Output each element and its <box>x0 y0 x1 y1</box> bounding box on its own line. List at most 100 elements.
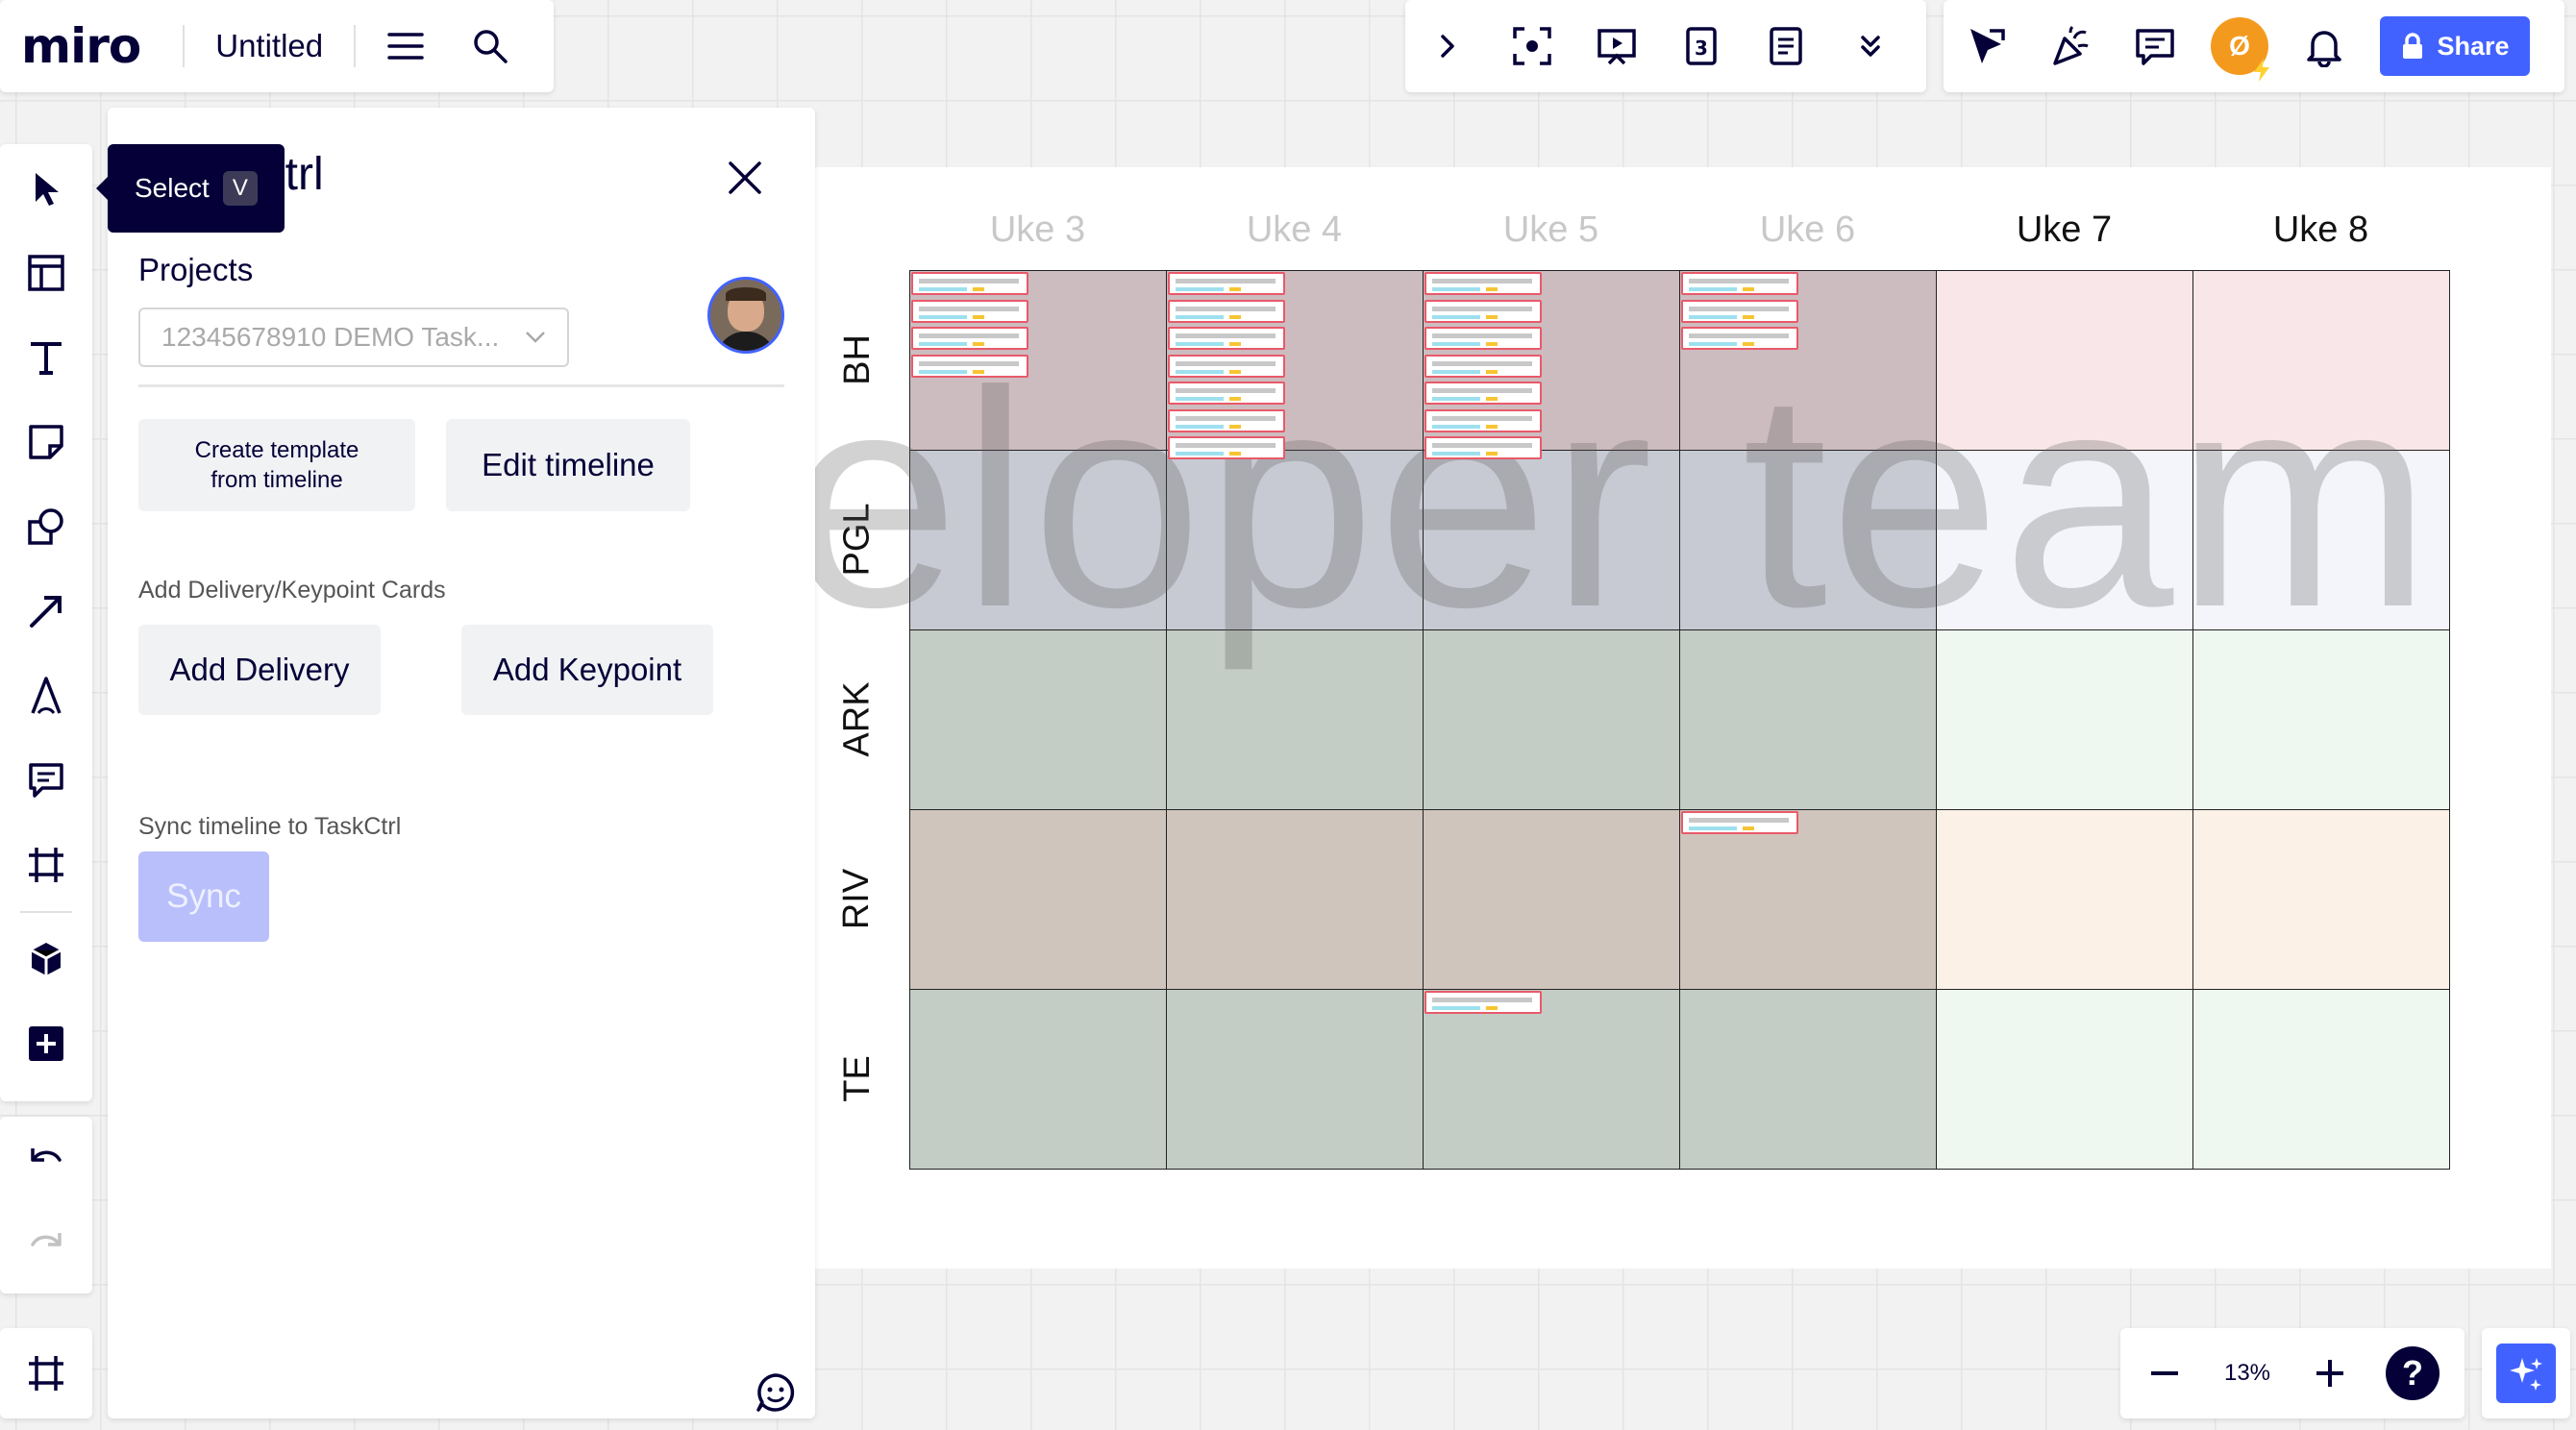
board-title[interactable]: Untitled <box>215 28 323 64</box>
card-line <box>1229 369 1241 374</box>
apps-cube-icon[interactable] <box>4 917 88 1001</box>
text-tool-icon[interactable] <box>4 315 88 400</box>
card-line <box>973 287 984 291</box>
timeline-cell[interactable] <box>1423 809 1680 990</box>
watermark-text: eloper team <box>788 327 2434 671</box>
task-card[interactable] <box>911 327 1028 350</box>
task-card[interactable] <box>1168 408 1285 432</box>
panel-divider <box>138 384 784 387</box>
project-select[interactable]: 12345678910 DEMO Task... <box>138 308 569 367</box>
expand-chevron-icon[interactable] <box>1405 4 1490 88</box>
zoom-level[interactable]: 13% <box>2209 1360 2286 1387</box>
card-line <box>1229 452 1241 456</box>
task-card[interactable] <box>1168 436 1285 459</box>
task-card[interactable] <box>1424 382 1542 405</box>
celebrate-icon[interactable] <box>2028 4 2113 88</box>
zoom-out-icon[interactable] <box>2120 1331 2209 1416</box>
notes-icon[interactable] <box>1744 4 1828 88</box>
timeline-cell[interactable] <box>2192 989 2450 1170</box>
timeline-cell[interactable] <box>909 989 1167 1170</box>
task-card[interactable] <box>1681 811 1798 834</box>
focus-frame-icon[interactable] <box>1490 4 1574 88</box>
task-card[interactable] <box>1168 272 1285 295</box>
pen-icon[interactable] <box>4 653 88 738</box>
task-card[interactable] <box>911 272 1028 295</box>
menu-icon[interactable] <box>363 4 448 88</box>
ai-sparkle-icon[interactable] <box>2496 1344 2556 1403</box>
task-card[interactable] <box>1424 272 1542 295</box>
sync-button[interactable]: Sync <box>138 851 269 942</box>
frames-bar <box>0 1328 92 1418</box>
task-card[interactable] <box>1168 354 1285 378</box>
timeline-cell[interactable] <box>1679 989 1937 1170</box>
timeline-cell[interactable] <box>1166 809 1424 990</box>
help-icon[interactable]: ? <box>2374 1331 2451 1416</box>
card-line <box>1176 333 1276 338</box>
comment-tool-icon[interactable] <box>4 738 88 823</box>
task-card[interactable] <box>1424 354 1542 378</box>
connection-line-icon[interactable] <box>4 569 88 653</box>
feedback-smiley-icon[interactable] <box>752 1368 800 1417</box>
task-card[interactable] <box>911 354 1028 378</box>
timeline-cell[interactable] <box>2192 809 2450 990</box>
user-photo-avatar <box>707 277 784 354</box>
miro-logo[interactable]: miro <box>21 18 141 74</box>
redo-icon[interactable] <box>4 1201 88 1286</box>
task-card[interactable] <box>1168 299 1285 323</box>
undo-icon[interactable] <box>4 1117 88 1201</box>
timeline-cell[interactable] <box>909 809 1167 990</box>
edit-timeline-button[interactable]: Edit timeline <box>446 419 690 511</box>
card-line <box>1743 314 1754 319</box>
card-line <box>1486 369 1498 374</box>
sticky-note-icon[interactable] <box>4 400 88 484</box>
presentation-icon[interactable] <box>1574 4 1659 88</box>
row-label-text: TE <box>836 1055 878 1102</box>
frames-list-icon[interactable] <box>4 1331 88 1416</box>
select-tool-icon[interactable] <box>4 146 88 231</box>
task-card[interactable] <box>1681 272 1798 295</box>
card-line <box>1689 287 1737 291</box>
task-card[interactable] <box>1681 327 1798 350</box>
add-more-apps-icon[interactable] <box>4 1001 88 1086</box>
comments-icon[interactable] <box>2113 4 2197 88</box>
card-line <box>1432 1006 1480 1010</box>
task-card[interactable] <box>911 299 1028 323</box>
week-header: Uke 3 <box>989 210 1086 250</box>
task-card[interactable] <box>1424 299 1542 323</box>
card-line <box>1486 1006 1498 1010</box>
card-line <box>1486 452 1498 456</box>
templates-icon[interactable] <box>4 231 88 315</box>
project-select-value: 12345678910 DEMO Task... <box>161 322 500 352</box>
add-keypoint-label: Add Keypoint <box>492 652 682 687</box>
user-avatar[interactable]: Ø <box>2197 4 2282 88</box>
add-delivery-button[interactable]: Add Delivery <box>138 625 381 715</box>
create-template-button[interactable]: Create template from timeline <box>138 419 415 511</box>
more-chevrons-icon[interactable] <box>1828 4 1913 88</box>
card-line <box>1432 424 1480 429</box>
timeline-cell[interactable] <box>1423 989 1680 1170</box>
search-icon[interactable] <box>448 4 533 88</box>
timeline-cell[interactable] <box>1936 809 2193 990</box>
task-card[interactable] <box>1681 299 1798 323</box>
close-panel-button[interactable] <box>711 144 779 211</box>
task-card[interactable] <box>1424 436 1542 459</box>
frame-tool-icon[interactable] <box>4 823 88 907</box>
zoom-in-icon[interactable] <box>2286 1331 2374 1416</box>
timeline-cell[interactable] <box>1679 809 1937 990</box>
shapes-icon[interactable] <box>4 484 88 569</box>
cursor-flag-icon[interactable] <box>1944 4 2028 88</box>
add-keypoint-button[interactable]: Add Keypoint <box>461 625 713 715</box>
notifications-bell-icon[interactable] <box>2282 4 2366 88</box>
task-card[interactable] <box>1424 991 1542 1014</box>
timer-icon[interactable]: 3 <box>1659 4 1744 88</box>
task-card[interactable] <box>1424 408 1542 432</box>
timeline-cell[interactable] <box>1936 989 2193 1170</box>
task-card[interactable] <box>1424 327 1542 350</box>
add-delivery-label: Add Delivery <box>169 652 350 687</box>
share-button[interactable]: Share <box>2380 16 2530 76</box>
task-card[interactable] <box>1168 382 1285 405</box>
week-header: Uke 6 <box>1759 210 1856 250</box>
task-card[interactable] <box>1168 327 1285 350</box>
card-line <box>1432 342 1480 346</box>
timeline-cell[interactable] <box>1166 989 1424 1170</box>
